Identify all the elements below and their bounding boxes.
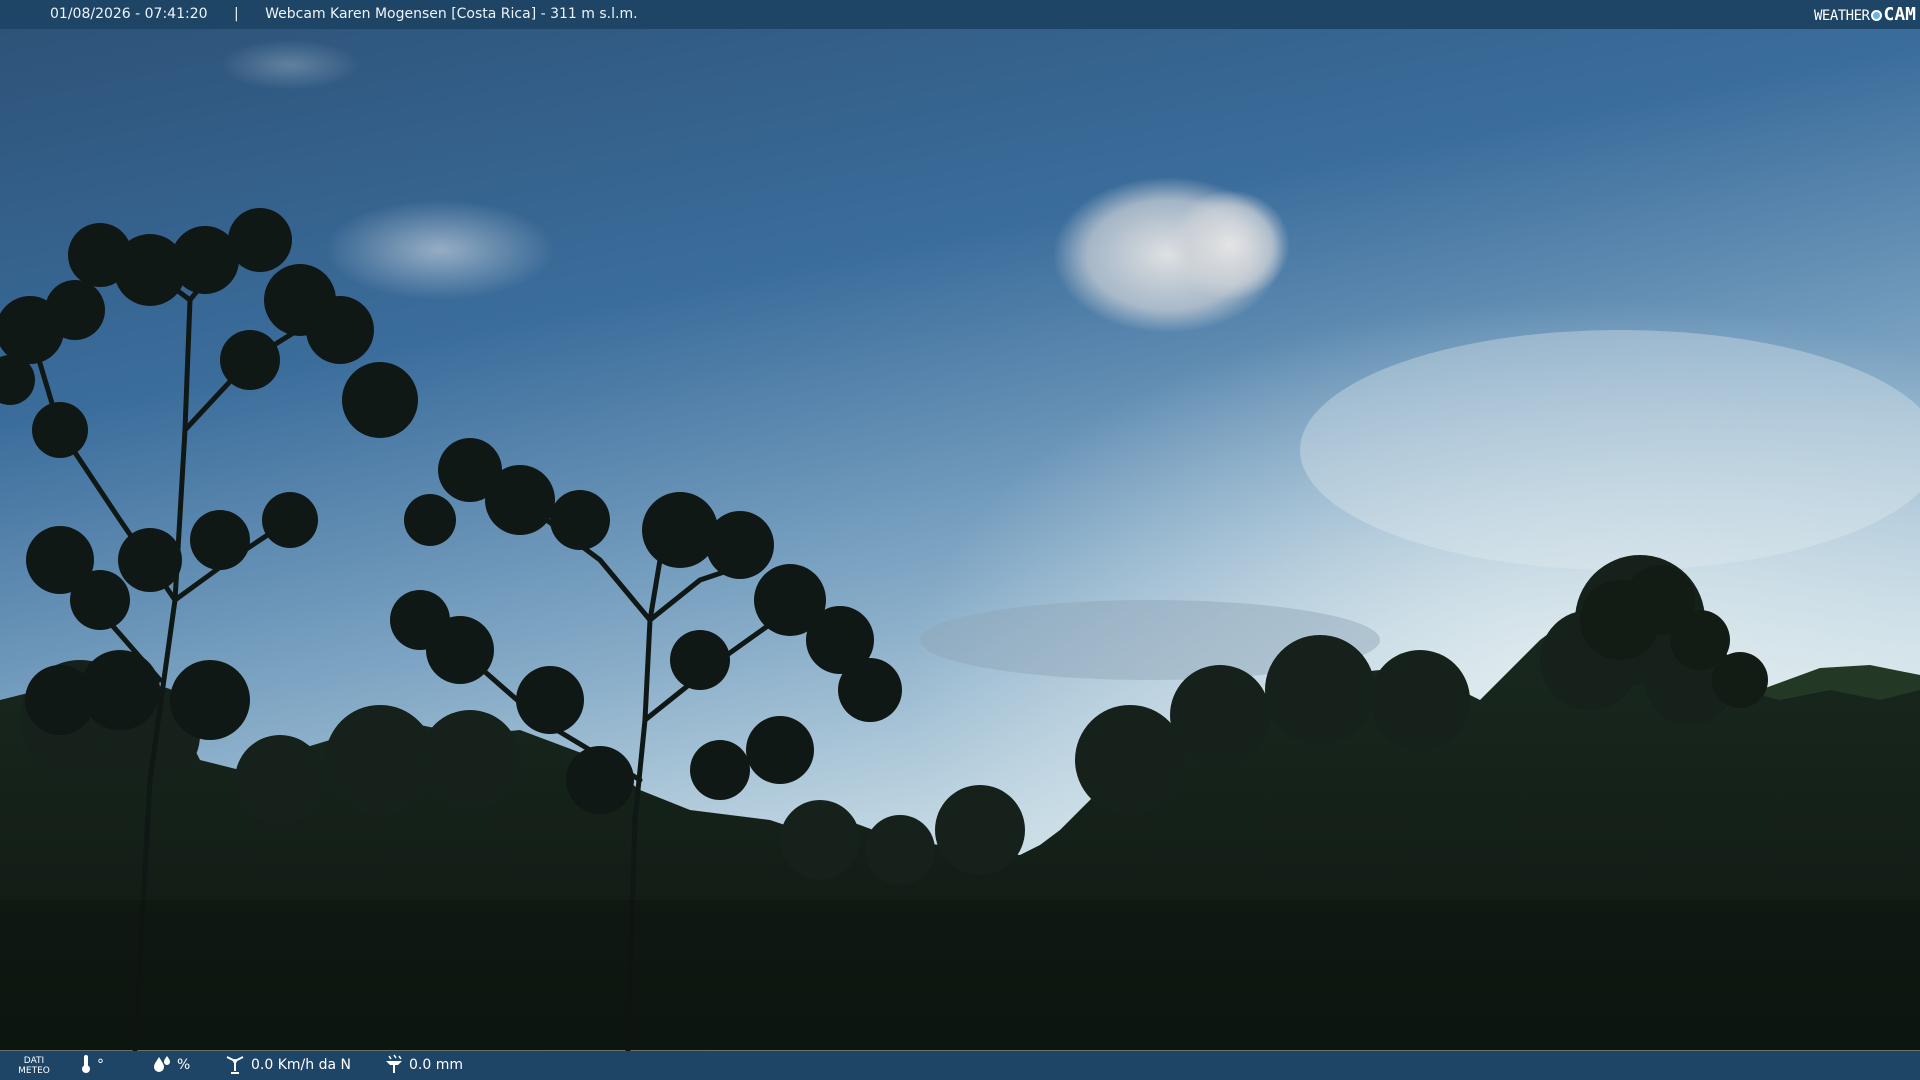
wind-reading: 0.0 Km/h da N — [224, 1051, 351, 1080]
temperature-reading: ° — [80, 1051, 104, 1080]
humidity-value: % — [177, 1057, 191, 1073]
webcam-frame: 01/08/2026 - 07:41:20 | Webcam Karen Mog… — [0, 0, 1920, 1080]
humidity-reading: % — [152, 1051, 190, 1080]
rain-value: 0.0 mm — [409, 1057, 463, 1073]
rain-gauge-icon — [386, 1054, 402, 1073]
brand-dot-icon — [1871, 9, 1883, 21]
dati-meteo-label: DATI METEO — [16, 1056, 52, 1076]
drops-icon — [154, 1056, 170, 1072]
rain-reading: 0.0 mm — [384, 1051, 463, 1080]
header-separator: | — [233, 6, 239, 22]
wind-value: 0.0 Km/h da N — [251, 1057, 351, 1073]
wind-icon — [226, 1056, 244, 1074]
webcam-info-bar: 01/08/2026 - 07:41:20 | Webcam Karen Mog… — [0, 0, 1920, 29]
webcam-image — [0, 0, 1920, 1080]
weather-data-bar: DATI METEO ° % 0.0 Km/h da N 0.0 mm — [0, 1051, 1920, 1080]
brand-prefix: WEATHER — [1813, 8, 1870, 24]
weathercam-logo: WEATHER CAM — [1814, 0, 1916, 29]
dati-label-line2: METEO — [18, 1066, 50, 1076]
dati-label-line1: DATI — [23, 1056, 45, 1066]
webcam-location: Webcam Karen Mogensen [Costa Rica] - 311… — [265, 6, 638, 22]
brand-suffix: CAM — [1883, 4, 1916, 25]
capture-datetime: 01/08/2026 - 07:41:20 — [50, 6, 208, 22]
thermometer-icon — [82, 1055, 90, 1073]
temperature-value: ° — [97, 1057, 104, 1073]
